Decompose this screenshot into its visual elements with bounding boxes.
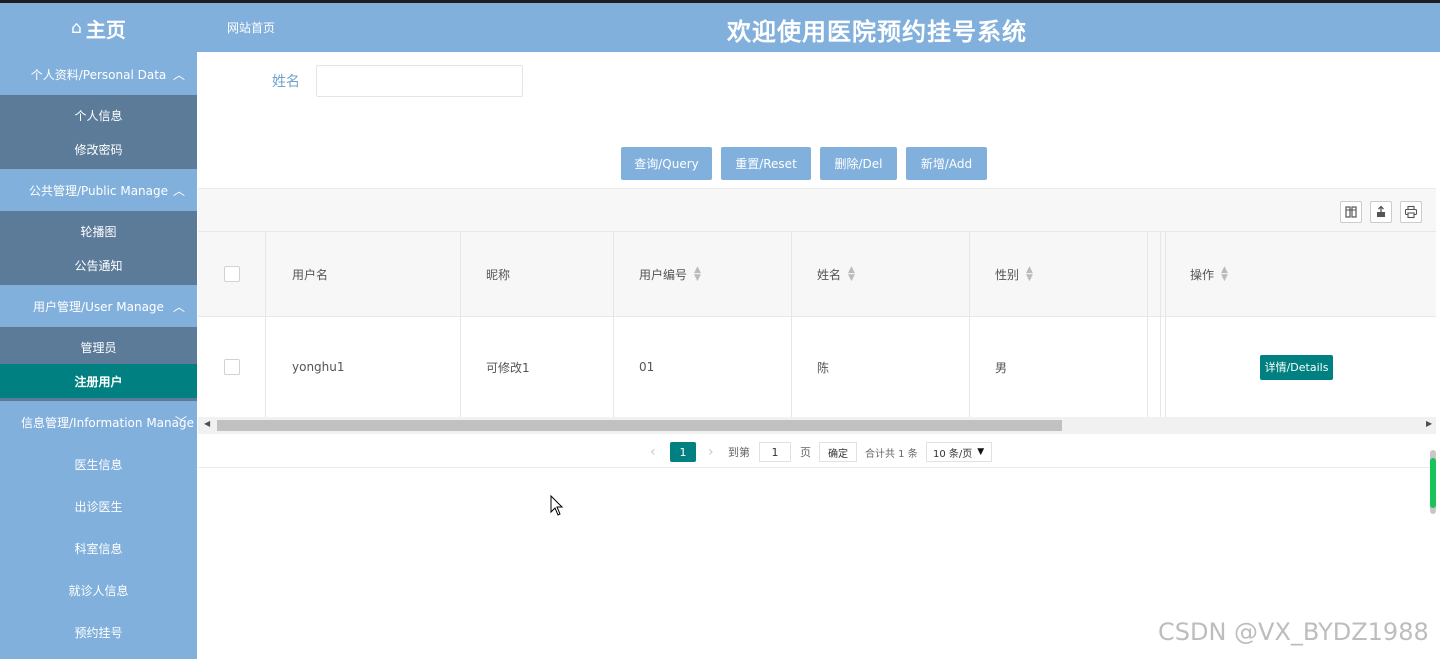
sidebar-group-public[interactable]: 公共管理/Public Manage ︿: [0, 169, 197, 211]
sidebar-item-visiting-doctors[interactable]: 出诊医生: [0, 485, 197, 527]
table-row: yonghu1 可修改1 01 陈 男 详情/Details: [198, 317, 1436, 417]
vertical-scrollbar[interactable]: [1430, 450, 1436, 514]
row-checkbox[interactable]: [224, 317, 240, 417]
table-toolbar: [198, 188, 1436, 231]
sidebar-item-change-password[interactable]: 修改密码: [0, 132, 197, 166]
columns-icon[interactable]: [1340, 201, 1362, 223]
sort-icon: ▲ ▼: [1026, 265, 1033, 283]
sidebar-group-users[interactable]: 用户管理/User Manage ︿: [0, 285, 197, 327]
column-action[interactable]: 操作 ▲ ▼: [1190, 232, 1228, 316]
cell-gender: 男: [995, 360, 1008, 375]
next-page-icon[interactable]: ›: [708, 442, 714, 462]
details-button[interactable]: 详情/Details: [1260, 354, 1333, 380]
submenu-personal: 个人信息 修改密码: [0, 95, 197, 169]
sidebar-item-patients[interactable]: 就诊人信息: [0, 569, 197, 611]
export-icon[interactable]: [1370, 201, 1392, 223]
sidebar-logo[interactable]: ⌂ 主页: [0, 3, 197, 53]
sidebar-group-personal[interactable]: 个人资料/Personal Data ︿: [0, 53, 197, 95]
sort-icon: ▲ ▼: [694, 265, 701, 283]
scroll-left-icon[interactable]: ◀: [204, 419, 210, 428]
page-unit-label: 页: [800, 446, 811, 459]
cell-name: 陈: [817, 360, 830, 375]
column-user-no[interactable]: 用户编号 ▲ ▼: [639, 232, 701, 316]
users-table: 用户名 昵称 用户编号 ▲ ▼ 姓名 ▲ ▼ 性别 ▲ ▼ 操作 ▲ ▼ yonghu1 可修改…: [198, 231, 1436, 417]
column-gender[interactable]: 性别 ▲ ▼: [995, 232, 1033, 316]
action-buttons: 查询/Query 重置/Reset 删除/Del 新增/Add: [621, 147, 987, 180]
search-name-input[interactable]: [316, 65, 523, 97]
add-button[interactable]: 新增/Add: [906, 147, 987, 180]
goto-page-input[interactable]: 1: [759, 442, 791, 462]
column-nickname: 昵称: [486, 267, 511, 282]
print-icon[interactable]: [1400, 201, 1422, 223]
delete-button[interactable]: 删除/Del: [820, 147, 897, 180]
sort-icon: ▲ ▼: [848, 265, 855, 283]
pagination: ‹ 1 › 到第 1 页 确定 合计共 1 条 10 条/页 ▼: [198, 434, 1436, 468]
sidebar: ⌂ 主页 个人资料/Personal Data ︿ 个人信息 修改密码 公共管理…: [0, 3, 197, 659]
cell-action: 详情/Details: [1260, 317, 1333, 417]
mouse-cursor-icon: [550, 494, 564, 521]
logo-text: 主页: [85, 17, 126, 42]
home-icon: ⌂: [71, 18, 82, 38]
sidebar-item-admins[interactable]: 管理员: [0, 330, 197, 364]
page-title: 欢迎使用医院预约挂号系统: [727, 18, 1027, 46]
chevron-down-icon: ﹀: [174, 415, 187, 429]
cell-nickname: 可修改1: [486, 360, 530, 375]
sidebar-item-appointments[interactable]: 预约挂号: [0, 611, 197, 653]
chevron-down-icon: ▼: [977, 447, 985, 457]
table-header: 用户名 昵称 用户编号 ▲ ▼ 姓名 ▲ ▼ 性别 ▲ ▼ 操作 ▲ ▼: [198, 232, 1436, 317]
select-all-checkbox[interactable]: [224, 232, 240, 316]
scroll-right-icon[interactable]: ▶: [1426, 419, 1432, 428]
column-username: 用户名: [292, 267, 329, 282]
submenu-users: 管理员 注册用户: [0, 327, 197, 401]
sidebar-item-doctors[interactable]: 医生信息: [0, 443, 197, 485]
query-button[interactable]: 查询/Query: [621, 147, 712, 180]
goto-label: 到第: [728, 446, 750, 459]
sidebar-item-announcements[interactable]: 公告通知: [0, 248, 197, 282]
reset-button[interactable]: 重置/Reset: [721, 147, 811, 180]
prev-page-icon[interactable]: ‹: [650, 442, 656, 462]
watermark: CSDN @VX_BYDZ1988: [1158, 618, 1429, 646]
chevron-up-icon: ︿: [172, 300, 185, 314]
chevron-up-icon: ︿: [172, 184, 185, 198]
total-count: 合计共 1 条: [865, 448, 918, 460]
sidebar-item-registered-users[interactable]: 注册用户: [0, 364, 197, 398]
scrollbar-thumb[interactable]: [217, 420, 1062, 431]
goto-confirm-button[interactable]: 确定: [819, 442, 857, 462]
sidebar-item-personal-info[interactable]: 个人信息: [0, 98, 197, 132]
horizontal-scrollbar[interactable]: ◀ ▶: [198, 417, 1436, 434]
submenu-public: 轮播图 公告通知: [0, 211, 197, 285]
page-1-button[interactable]: 1: [670, 442, 696, 462]
column-name[interactable]: 姓名 ▲ ▼: [817, 232, 855, 316]
sort-icon: ▲ ▼: [1221, 265, 1228, 283]
search-name-label: 姓名: [272, 74, 300, 90]
sidebar-group-information[interactable]: 信息管理/Information Manage ﹀: [0, 401, 197, 443]
page-size-select[interactable]: 10 条/页 ▼: [926, 442, 992, 462]
sidebar-item-departments[interactable]: 科室信息: [0, 527, 197, 569]
cell-username: yonghu1: [292, 360, 345, 374]
breadcrumb-home[interactable]: 网站首页: [227, 19, 275, 36]
top-header: 网站首页 欢迎使用医院预约挂号系统: [197, 3, 1440, 52]
chevron-up-icon: ︿: [172, 68, 185, 82]
sidebar-item-carousel[interactable]: 轮播图: [0, 214, 197, 248]
cell-user-no: 01: [639, 360, 655, 374]
